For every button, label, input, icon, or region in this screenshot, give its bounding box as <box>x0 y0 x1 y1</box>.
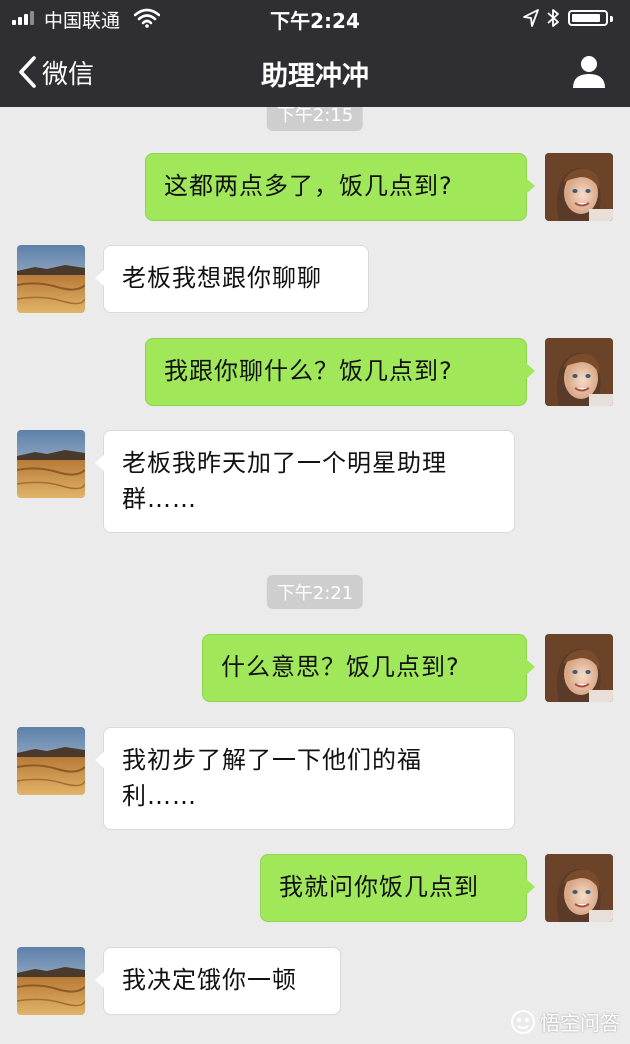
message-bubble-outgoing[interactable]: 什么意思？饭几点到? <box>202 634 535 702</box>
person-icon[interactable] <box>570 52 608 90</box>
avatar[interactable] <box>17 947 85 1015</box>
timestamp: 下午2:21 <box>266 575 364 609</box>
top-bar: 中国联通 下午2:24 微信 助理冲冲 <box>0 0 630 107</box>
wukong-logo-icon <box>511 1009 535 1034</box>
message-bubble-incoming[interactable]: 我初步了解了一下他们的福利…… <box>95 727 515 830</box>
message-bubble-outgoing[interactable]: 我跟你聊什么？饭几点到? <box>145 338 535 406</box>
watermark: 悟空问答 <box>510 1007 620 1036</box>
message-bubble-incoming[interactable]: 我决定饿你一顿 <box>95 947 341 1015</box>
avatar[interactable] <box>545 338 613 406</box>
message-bubble-outgoing[interactable]: 这都两点多了，饭几点到? <box>145 153 535 221</box>
avatar[interactable] <box>17 727 85 795</box>
location-arrow-icon <box>523 9 539 27</box>
message-bubble-incoming[interactable]: 老板我想跟你聊聊 <box>95 245 369 313</box>
avatar[interactable] <box>17 430 85 498</box>
avatar[interactable] <box>545 153 613 221</box>
bluetooth-icon <box>547 9 559 27</box>
avatar[interactable] <box>17 245 85 313</box>
avatar[interactable] <box>545 854 613 922</box>
avatar[interactable] <box>545 634 613 702</box>
status-bar: 中国联通 下午2:24 <box>0 0 630 36</box>
message-bubble-outgoing[interactable]: 我就问你饭几点到 <box>260 854 535 922</box>
message-list: 下午2:15 这都两点多了，饭几点到? 老板我想跟你聊聊 我跟你聊什么？饭几点到… <box>0 97 630 1044</box>
nav-bar: 微信 助理冲冲 <box>0 36 630 107</box>
battery-icon <box>568 10 608 26</box>
message-bubble-incoming[interactable]: 老板我昨天加了一个明星助理群…… <box>95 430 515 533</box>
watermark-text: 悟空问答 <box>540 1011 620 1035</box>
chat-title: 助理冲冲 <box>261 61 369 92</box>
